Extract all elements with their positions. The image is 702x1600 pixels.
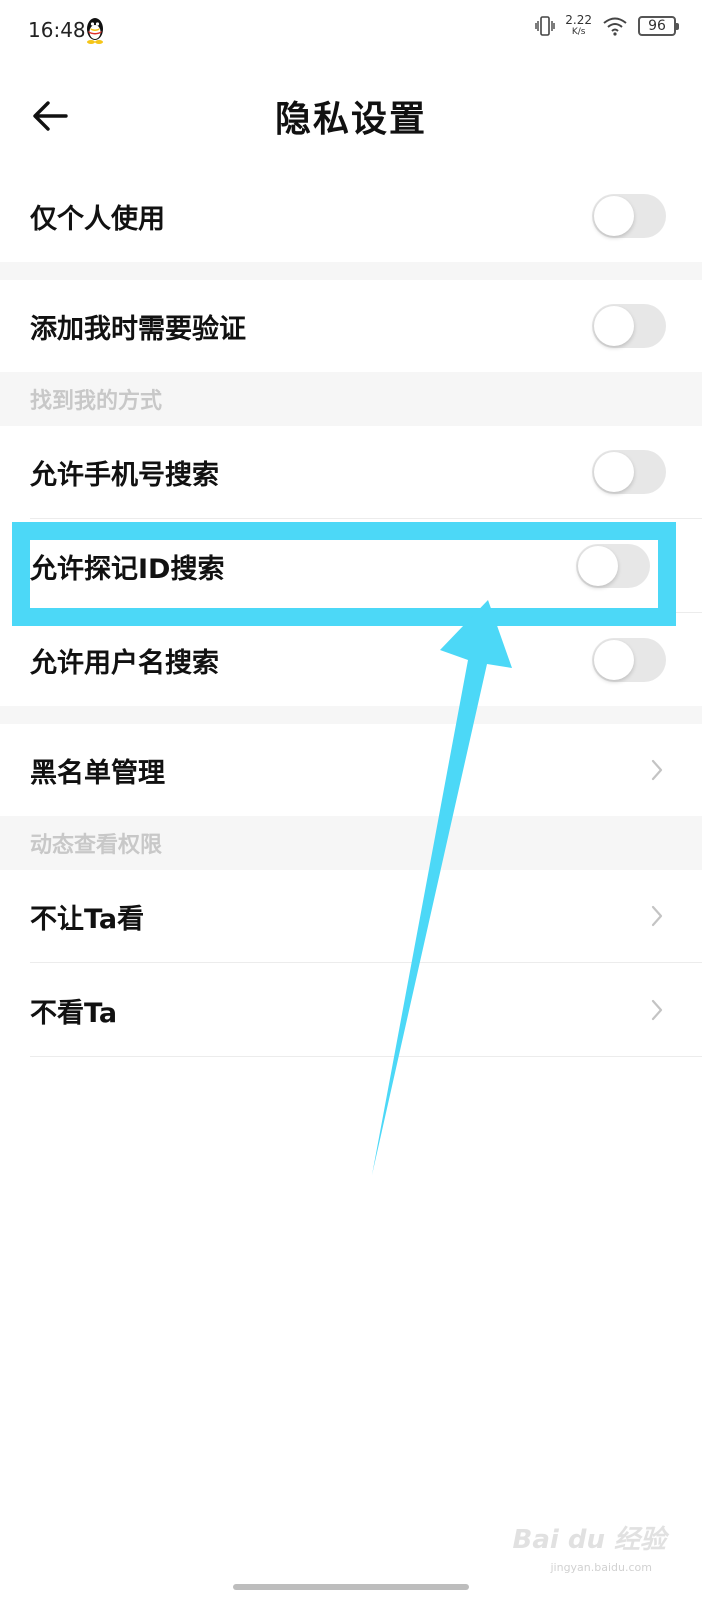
network-speed-value: 2.22	[565, 13, 592, 27]
toggle-knob	[594, 196, 634, 236]
status-icons: 2.22 K/s 96	[535, 14, 679, 38]
row-label: 不让Ta看	[30, 903, 145, 935]
row-personal-only[interactable]: 仅个人使用	[0, 170, 702, 262]
section-header-feed-permission: 动态查看权限	[0, 816, 702, 870]
row-verify-add[interactable]: 添加我时需要验证	[0, 280, 702, 372]
chevron-right-icon	[651, 905, 663, 927]
phone-search-toggle[interactable]	[592, 450, 666, 494]
divider	[30, 518, 702, 519]
section-gap	[0, 706, 702, 724]
battery-icon: 96	[638, 16, 679, 36]
row-label: 允许用户名搜索	[30, 647, 219, 679]
toggle-knob	[578, 546, 618, 586]
row-label: 允许手机号搜索	[30, 459, 219, 491]
row-label: 仅个人使用	[30, 203, 165, 235]
status-time: 16:48	[28, 18, 86, 42]
network-speed-unit: K/s	[571, 27, 586, 37]
row-hide-from[interactable]: 不让Ta看	[0, 870, 702, 962]
row-phone-search[interactable]: 允许手机号搜索	[0, 426, 702, 518]
toggle-knob	[594, 306, 634, 346]
row-label: 不看Ta	[30, 997, 118, 1029]
row-label: 黑名单管理	[30, 757, 165, 789]
wifi-icon	[603, 17, 627, 36]
page-header: 隐私设置	[0, 72, 702, 162]
chevron-right-icon	[651, 999, 663, 1021]
status-bar: 16:48 2.22 K/s 96	[0, 0, 702, 64]
toggle-knob	[594, 452, 634, 492]
verify-add-toggle[interactable]	[592, 304, 666, 348]
username-search-toggle[interactable]	[592, 638, 666, 682]
qq-penguin-icon	[87, 18, 103, 44]
chevron-right-icon	[651, 759, 663, 781]
section-header-find-me: 找到我的方式	[0, 372, 702, 426]
row-blacklist[interactable]: 黑名单管理	[0, 724, 702, 816]
toggle-knob	[594, 640, 634, 680]
row-username-search[interactable]: 允许用户名搜索	[0, 614, 702, 706]
baidu-watermark: Bai du 经验	[512, 1525, 667, 1555]
battery-level: 96	[648, 18, 666, 34]
network-speed: 2.22 K/s	[565, 14, 592, 38]
divider	[30, 962, 702, 963]
divider	[30, 1056, 702, 1057]
page-title: 隐私设置	[274, 99, 427, 140]
row-label: 添加我时需要验证	[30, 313, 246, 345]
home-indicator[interactable]	[233, 1584, 469, 1590]
baidu-watermark-url: jingyan.baidu.com	[550, 1561, 652, 1574]
divider	[30, 612, 702, 613]
row-dont-see[interactable]: 不看Ta	[0, 964, 702, 1056]
section-gap	[0, 262, 702, 280]
personal-only-toggle[interactable]	[592, 194, 666, 238]
row-label: 允许探记ID搜索	[30, 553, 225, 585]
id-search-toggle[interactable]	[576, 544, 650, 588]
vibrate-icon	[535, 16, 555, 36]
row-id-search[interactable]: 允许探记ID搜索	[0, 520, 702, 612]
